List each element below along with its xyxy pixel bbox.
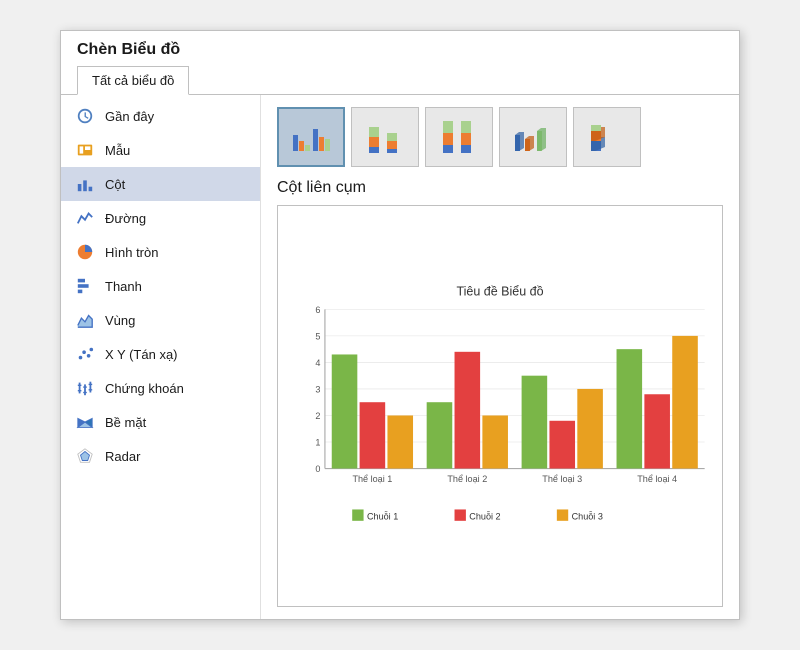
svg-text:6: 6 <box>315 305 320 315</box>
sidebar-item-label-template: Mẫu <box>105 143 130 158</box>
left-panel: Gần đây Mẫu Cột Đường Hình tròn Thanh Vùng X Y … <box>61 95 261 619</box>
sidebar-item-area[interactable]: Vùng <box>61 303 260 337</box>
sidebar-item-label-line: Đường <box>105 211 146 226</box>
svg-text:Thể loại 1: Thể loại 1 <box>352 474 392 484</box>
chart-subtype-label: Cột liên cụm <box>277 179 723 197</box>
sidebar-item-label-recent: Gần đây <box>105 109 154 124</box>
template-icon <box>75 140 95 160</box>
chart-thumb-3[interactable] <box>499 107 567 167</box>
recent-icon <box>75 106 95 126</box>
chart-preview: Tiêu đề Biểu đồ 0 1 2 3 4 5 6 Thể loại 1 Thể loại… <box>277 205 723 607</box>
chart-svg-container: Tiêu đề Biểu đồ 0 1 2 3 4 5 6 Thể loại 1 Thể loại… <box>284 212 716 600</box>
sidebar-item-label-radar: Radar <box>105 449 140 464</box>
sidebar-item-label-pie: Hình tròn <box>105 245 158 260</box>
svg-text:Thể loại 4: Thể loại 4 <box>637 474 677 484</box>
svg-text:Chuỗi 3: Chuỗi 3 <box>572 512 603 522</box>
sidebar-item-line[interactable]: Đường <box>61 201 260 235</box>
svg-text:5: 5 <box>315 331 320 341</box>
sidebar-item-label-surface: Bề mặt <box>105 415 146 430</box>
sidebar-item-pie[interactable]: Hình tròn <box>61 235 260 269</box>
column-icon <box>75 174 95 194</box>
stock-icon <box>75 378 95 398</box>
svg-text:Thể loại 2: Thể loại 2 <box>447 474 487 484</box>
sidebar-item-radar[interactable]: Radar <box>61 439 260 473</box>
tab-bar: Tất cả biểu đồ <box>61 65 739 95</box>
radar-icon <box>75 446 95 466</box>
insert-chart-dialog: Chèn Biểu đồ Tất cả biểu đồ Gần đây Mẫu Cộ… <box>60 30 740 620</box>
sidebar-item-surface[interactable]: Bề mặt <box>61 405 260 439</box>
sidebar-item-label-stock: Chứng khoán <box>105 381 184 396</box>
svg-text:Thể loại 3: Thể loại 3 <box>542 474 582 484</box>
svg-text:3: 3 <box>315 384 320 394</box>
sidebar-item-recent[interactable]: Gần đây <box>61 99 260 133</box>
right-panel: Cột liên cụm Tiêu đề Biểu đồ 0 1 2 3 4 5 6 Thể l… <box>261 95 739 619</box>
svg-text:4: 4 <box>315 358 320 368</box>
sidebar-item-scatter[interactable]: X Y (Tán xạ) <box>61 337 260 371</box>
svg-text:0: 0 <box>315 464 320 474</box>
dialog-title: Chèn Biểu đồ <box>61 31 739 59</box>
sidebar-item-label-scatter: X Y (Tán xạ) <box>105 347 178 362</box>
sidebar-item-label-area: Vùng <box>105 313 135 328</box>
sidebar-item-stock[interactable]: Chứng khoán <box>61 371 260 405</box>
scatter-icon <box>75 344 95 364</box>
chart-thumb-4[interactable] <box>573 107 641 167</box>
svg-text:2: 2 <box>315 411 320 421</box>
svg-text:Chuỗi 2: Chuỗi 2 <box>469 512 500 522</box>
area-icon <box>75 310 95 330</box>
bar-icon <box>75 276 95 296</box>
sidebar-item-column[interactable]: Cột <box>61 167 260 201</box>
sidebar-item-bar[interactable]: Thanh <box>61 269 260 303</box>
tab-all-charts[interactable]: Tất cả biểu đồ <box>77 66 189 95</box>
dialog-body: Gần đây Mẫu Cột Đường Hình tròn Thanh Vùng X Y … <box>61 95 739 619</box>
svg-text:Chuỗi 1: Chuỗi 1 <box>367 512 398 522</box>
chart-thumb-1[interactable] <box>351 107 419 167</box>
svg-text:1: 1 <box>315 437 320 447</box>
sidebar-item-template[interactable]: Mẫu <box>61 133 260 167</box>
pie-icon <box>75 242 95 262</box>
surface-icon <box>75 412 95 432</box>
chart-thumb-0[interactable] <box>277 107 345 167</box>
sidebar-item-label-column: Cột <box>105 177 125 192</box>
sidebar-item-label-bar: Thanh <box>105 279 142 294</box>
svg-text:Tiêu đề Biểu đồ: Tiêu đề Biểu đồ <box>456 285 543 299</box>
chart-type-row <box>277 107 723 167</box>
line-icon <box>75 208 95 228</box>
chart-thumb-2[interactable] <box>425 107 493 167</box>
